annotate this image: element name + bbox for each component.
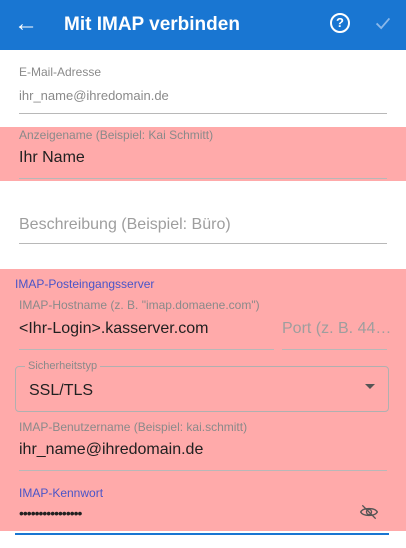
incoming-server-section-title: IMAP-Posteingangsserver [15, 277, 155, 291]
security-type-value: SSL/TLS [29, 382, 94, 399]
port-underline [282, 349, 387, 350]
password-field[interactable]: •••••••••••••••• [19, 503, 82, 523]
display-name-field[interactable]: Ihr Name [19, 148, 85, 168]
email-value: ihr_name@ihredomain.de [19, 88, 169, 103]
hostname-underline [19, 349, 274, 350]
display-name-label: Anzeigename (Beispiel: Kai Schmitt) [19, 128, 214, 142]
display-name-underline [19, 178, 387, 179]
hostname-label: IMAP-Hostname (z. B. "imap.domaene.com") [19, 298, 260, 312]
description-underline [19, 243, 387, 244]
password-underline [15, 533, 389, 535]
eye-off-icon[interactable] [358, 502, 380, 522]
username-field[interactable]: ihr_name@ihredomain.de [19, 440, 203, 460]
username-label: IMAP-Benutzername (Beispiel: kai.schmitt… [19, 420, 248, 434]
page-title: Mit IMAP verbinden [64, 14, 240, 35]
email-label: E-Mail-Adresse [19, 65, 102, 79]
email-underline [19, 113, 387, 114]
help-icon[interactable]: ? [330, 13, 350, 33]
back-arrow-icon[interactable]: ← [14, 9, 38, 39]
security-type-label: Sicherheitstyp [25, 359, 101, 373]
port-field[interactable]: Port (z. B. 44… [282, 319, 391, 339]
hostname-field[interactable]: <Ihr-Login>.kasserver.com [19, 319, 208, 339]
description-field[interactable]: Beschreibung (Beispiel: Büro) [19, 215, 231, 235]
username-underline [19, 470, 387, 471]
check-icon[interactable] [372, 12, 394, 34]
password-label: IMAP-Kennwort [19, 486, 104, 500]
dropdown-arrow-icon[interactable] [365, 384, 375, 389]
app-bar: ← Mit IMAP verbinden ? [0, 0, 406, 50]
